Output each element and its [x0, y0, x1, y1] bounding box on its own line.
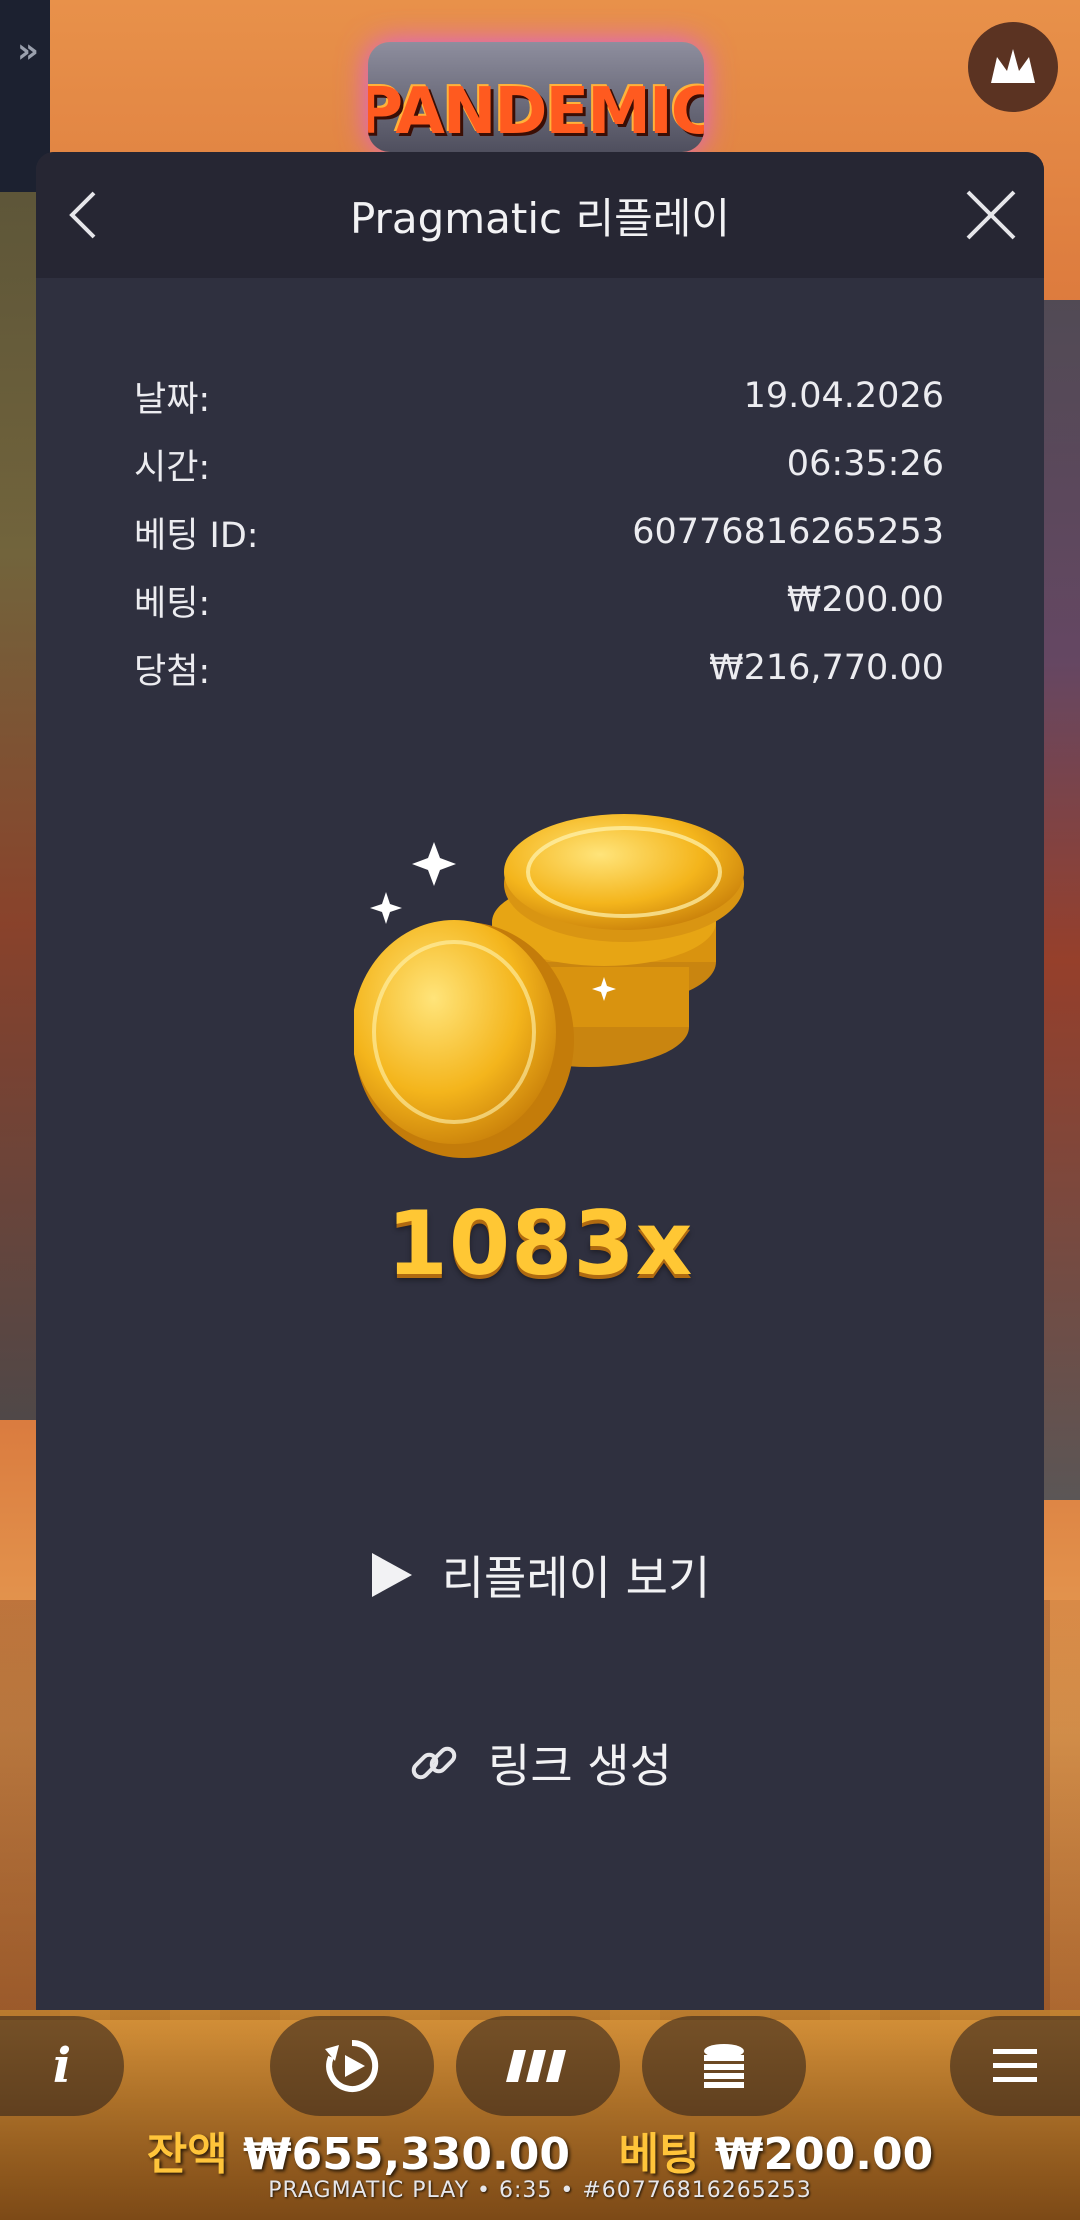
autoplay-button[interactable]: [270, 2016, 434, 2116]
background-reel-left: [0, 180, 36, 1420]
bet-amount-button[interactable]: [642, 2016, 806, 2116]
create-link-button[interactable]: 링크 생성: [36, 1730, 1044, 1796]
detail-label: 시간:: [134, 447, 211, 488]
detail-label: 베팅:: [134, 583, 211, 624]
gold-coins-icon: [354, 814, 744, 1158]
close-icon[interactable]: [958, 182, 1024, 248]
balance-value: ₩655,330.00: [243, 2129, 570, 2180]
create-link-label: 링크 생성: [488, 1739, 672, 1793]
link-icon: [411, 1746, 457, 1780]
detail-label: 당첨:: [134, 651, 211, 692]
turbo-icon: [506, 2050, 566, 2082]
menu-button[interactable]: [950, 2016, 1080, 2116]
info-icon: i: [52, 2038, 72, 2094]
footer-info: PRAGMATIC PLAY • 6:35 • #60776816265253: [268, 2178, 812, 2203]
play-icon: [371, 1553, 412, 1597]
background-reel-right: [1040, 300, 1080, 1500]
detail-value: 19.04.2026: [743, 376, 944, 416]
watch-replay-button[interactable]: 리플레이 보기: [36, 1542, 1044, 1608]
crown-icon: [991, 49, 1035, 83]
bet-value: ₩200.00: [714, 2129, 934, 2180]
turbo-button[interactable]: [456, 2016, 620, 2116]
modal-title: Pragmatic 리플레이: [349, 193, 731, 243]
detail-value: 06:35:26: [786, 444, 944, 484]
balance-label: 잔액: [146, 2129, 228, 2180]
detail-value: ₩216,770.00: [708, 648, 944, 688]
watch-replay-label: 리플레이 보기: [441, 1551, 711, 1605]
bet-coins-icon: [704, 2044, 744, 2088]
bet-label: 베팅: [618, 2129, 700, 2180]
double-chevron-right-icon: »: [17, 31, 39, 71]
game-logo: PANDEMIC: [368, 42, 704, 152]
menu-icon: [993, 2049, 1037, 2082]
detail-label: 베팅 ID:: [134, 515, 259, 556]
detail-row-date: 날짜: 19.04.2026: [134, 362, 944, 430]
detail-label: 날짜:: [134, 379, 211, 420]
detail-row-win: 당첨: ₩216,770.00: [134, 634, 944, 702]
autoplay-icon: [325, 2039, 379, 2092]
detail-row-bet: 베팅: ₩200.00: [134, 566, 944, 634]
modal-header: Pragmatic 리플레이: [36, 152, 1044, 278]
chevron-left-icon[interactable]: [56, 185, 116, 245]
balance-bet-line: 잔액 ₩655,330.00 베팅 ₩200.00: [0, 2118, 1080, 2182]
bet-details: 날짜: 19.04.2026 시간: 06:35:26 베팅 ID: 60776…: [134, 362, 944, 702]
replay-modal: Pragmatic 리플레이 날짜: 19.04.2026 시간: 06:35:…: [36, 152, 1044, 2010]
detail-row-bet-id: 베팅 ID: 60776816265253: [134, 498, 944, 566]
win-multiplier: 1083x: [386, 1192, 694, 1295]
game-logo-text: PANDEMIC: [368, 75, 704, 149]
detail-value: ₩200.00: [786, 580, 944, 620]
info-button[interactable]: i: [0, 2016, 124, 2116]
detail-value: 60776816265253: [632, 512, 944, 552]
detail-row-time: 시간: 06:35:26: [134, 430, 944, 498]
crown-button[interactable]: [968, 22, 1058, 112]
